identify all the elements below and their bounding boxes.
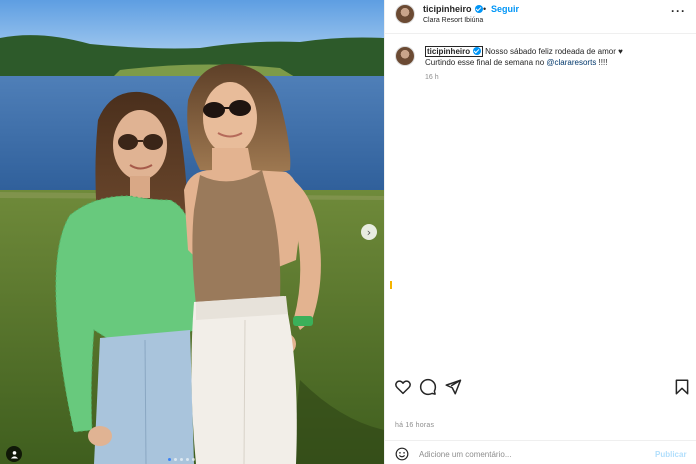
- carousel-dot: [168, 458, 171, 461]
- caption-timestamp: 16 h: [425, 74, 439, 81]
- avatar[interactable]: [395, 4, 415, 24]
- separator-dot: •: [483, 4, 487, 14]
- verified-icon: [473, 47, 482, 55]
- username-text[interactable]: ticipinheiro: [423, 4, 472, 14]
- cursor-marker: [390, 281, 392, 289]
- heart-icon[interactable]: [394, 378, 412, 396]
- header-username[interactable]: ticipinheiro: [423, 4, 483, 14]
- caption-username-text[interactable]: ticipinheiro: [427, 47, 470, 56]
- caption-line-1: Nosso sábado feliz rodeada de amor ♥: [485, 47, 623, 56]
- bookmark-icon[interactable]: [673, 378, 691, 396]
- send-icon[interactable]: [444, 378, 462, 396]
- comment-bar: Publicar: [385, 440, 696, 464]
- post-photo[interactable]: ›: [0, 0, 384, 464]
- location-link[interactable]: Clara Resort Ibiúna: [423, 17, 483, 24]
- caption-text: ticipinheiro Nosso sábado feliz rodeada d…: [425, 46, 687, 68]
- action-bar: [385, 378, 696, 400]
- more-options-icon[interactable]: ···: [671, 4, 686, 18]
- verified-icon: [474, 5, 483, 13]
- comment-input[interactable]: [419, 447, 639, 461]
- post-side-panel: ticipinheiro • Seguir Clara Resort Ibiún…: [384, 0, 696, 464]
- carousel-next-button[interactable]: ›: [361, 224, 377, 240]
- post-photo-image: [0, 0, 384, 464]
- caption-username[interactable]: ticipinheiro: [425, 46, 484, 57]
- post-header: ticipinheiro • Seguir Clara Resort Ibiún…: [385, 0, 696, 34]
- person-icon: [10, 450, 18, 459]
- caption-mention-link[interactable]: @clararesorts: [546, 58, 596, 67]
- publish-button[interactable]: Publicar: [655, 450, 687, 459]
- carousel-dot: [180, 458, 183, 461]
- carousel-dot: [186, 458, 189, 461]
- comment-icon[interactable]: [419, 378, 437, 396]
- carousel-indicator: [168, 458, 195, 461]
- chevron-right-icon: ›: [366, 225, 372, 239]
- smiley-icon[interactable]: [395, 447, 409, 461]
- avatar[interactable]: [395, 46, 415, 66]
- tagged-people-button[interactable]: [6, 446, 22, 462]
- follow-button[interactable]: Seguir: [491, 4, 519, 14]
- caption-line-2-prefix: Curtindo esse final de semana no: [425, 58, 547, 67]
- caption-line-2-suffix: !!!!: [596, 58, 608, 67]
- post-time-ago: há 16 horas: [395, 422, 435, 429]
- carousel-dot: [192, 458, 195, 461]
- carousel-dot: [174, 458, 177, 461]
